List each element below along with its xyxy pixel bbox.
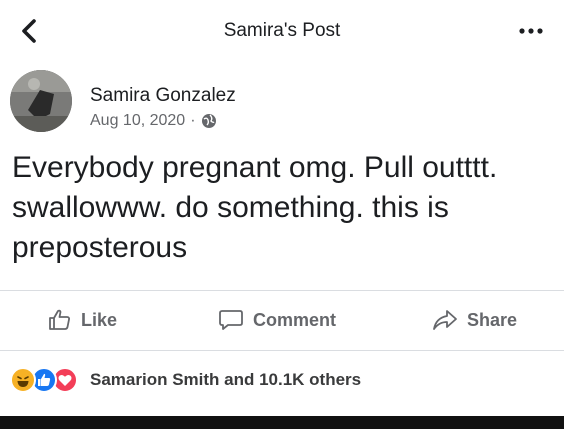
top-bar: Samira's Post — [0, 0, 564, 62]
post-header: Samira Gonzalez Aug 10, 2020 · — [10, 70, 550, 140]
globe-icon — [201, 114, 216, 128]
post-meta: Aug 10, 2020 · — [90, 112, 217, 130]
bottom-edge — [0, 416, 564, 429]
reaction-summary-text[interactable]: Samarion Smith and 10.1K others — [90, 370, 361, 390]
haha-icon — [10, 367, 36, 393]
comment-button[interactable]: Comment — [218, 306, 336, 334]
meta-separator: · — [190, 112, 196, 129]
page-title: Samira's Post — [223, 20, 341, 41]
share-arrow-icon — [433, 310, 457, 330]
ellipsis-icon — [519, 28, 543, 34]
share-label: Share — [467, 309, 518, 330]
like-label: Like — [81, 309, 118, 330]
reaction-icons — [10, 367, 84, 393]
author-name[interactable]: Samira Gonzalez — [90, 85, 236, 107]
post-text-line: preposterous — [12, 231, 188, 264]
more-options-button[interactable] — [514, 14, 548, 48]
reaction-summary[interactable]: Samarion Smith and 10.1K others — [0, 360, 564, 400]
post-text-line: Everybody pregnant omg. Pull outttt. — [12, 151, 498, 184]
avatar-image — [10, 70, 72, 132]
like-button[interactable]: Like — [48, 306, 117, 334]
post-text: Everybody pregnant omg. Pull outttt. swa… — [12, 148, 552, 268]
share-button[interactable]: Share — [432, 306, 517, 334]
comment-icon — [219, 310, 243, 330]
post-date[interactable]: Aug 10, 2020 — [90, 112, 185, 130]
avatar[interactable] — [10, 70, 72, 132]
post-text-line: swallowww. do something. this is — [12, 191, 449, 224]
thumbs-up-icon — [49, 309, 70, 330]
post-actions: Like Comment Share — [0, 298, 564, 342]
comment-label: Comment — [253, 309, 337, 330]
divider — [0, 350, 564, 351]
divider — [0, 290, 564, 291]
